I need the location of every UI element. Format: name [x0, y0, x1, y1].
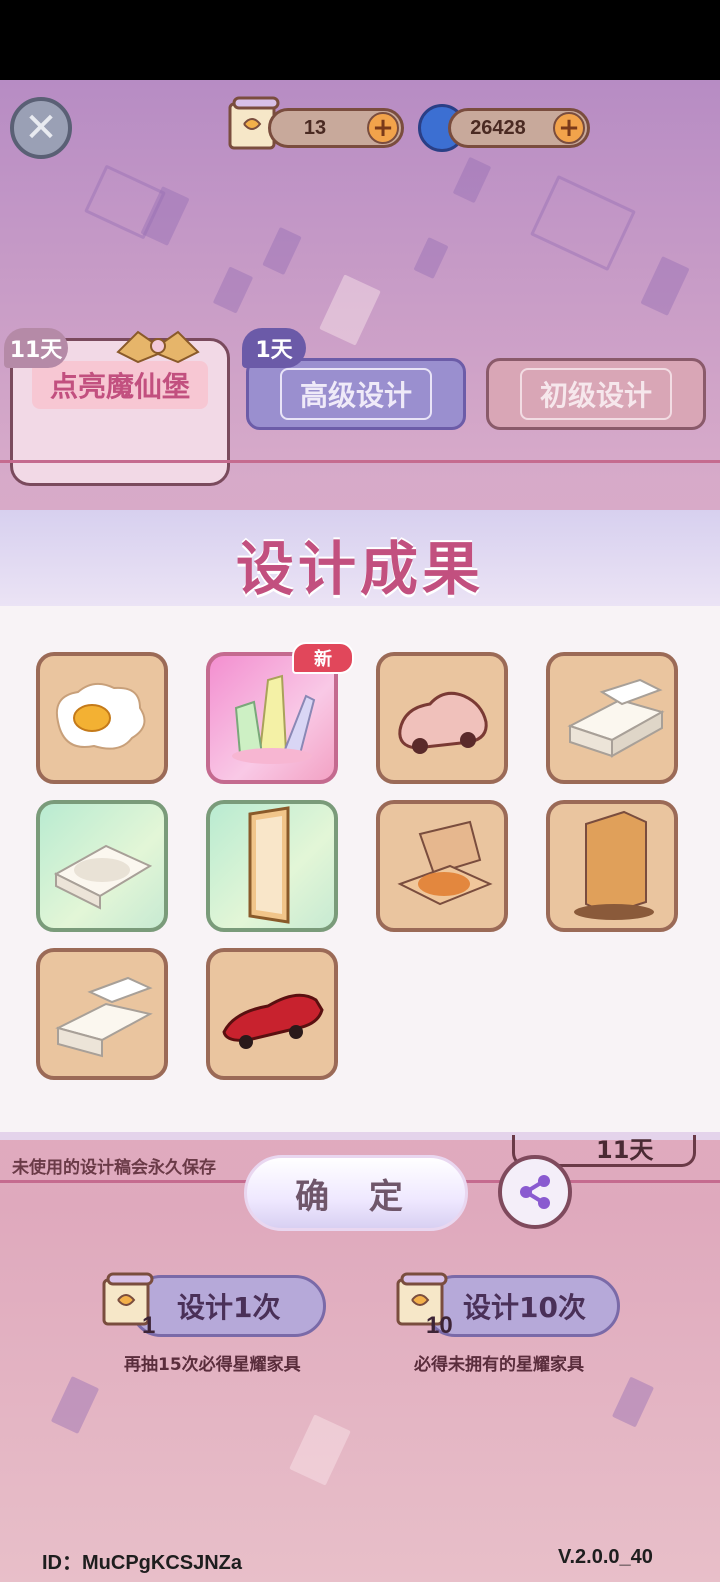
tab-advanced-design[interactable]: 高级设计 [246, 358, 466, 430]
confirm-button[interactable]: 确 定 [244, 1155, 468, 1231]
add-ticket-button[interactable]: + [367, 112, 399, 144]
mirror-door-icon [248, 806, 290, 924]
draw-once-cost: 1 [142, 1312, 156, 1339]
share-button[interactable] [498, 1155, 572, 1229]
red-sports-car-icon [222, 993, 324, 1049]
decor-shard [413, 237, 449, 279]
result-item-bathroom-sink[interactable] [546, 652, 678, 784]
player-id: ID：MuCPgKCSJNZa [42, 1552, 243, 1574]
unused-design-note: 未使用的设计稿会永久保存 [12, 1158, 216, 1178]
draw-once-button[interactable]: 设计1次 [130, 1275, 326, 1337]
bathroom-sink-icon [567, 678, 665, 758]
decor-shard [319, 274, 381, 346]
add-currency-button[interactable]: + [553, 112, 585, 144]
decor-shard [530, 174, 636, 272]
currency-count: 26428 [470, 116, 526, 139]
result-item-red-sports-car[interactable] [206, 948, 338, 1080]
tab-label: 高级设计 [279, 368, 432, 420]
draw-ten-cost: 10 [426, 1312, 453, 1339]
draw-ten-hint: 必得未拥有的星耀家具 [414, 1355, 584, 1375]
bathtub-icon [53, 844, 153, 910]
new-badge: 新 [292, 642, 354, 674]
draw-once-label: 设计1次 [177, 1291, 281, 1324]
version-label: V.2.0.0_40 [558, 1546, 653, 1568]
result-item-bathtub[interactable] [36, 800, 168, 932]
wooden-cabinet-icon [574, 810, 654, 920]
fried-egg-icon [56, 682, 146, 750]
decor-shard [289, 1414, 351, 1486]
timer-text: 11天 [596, 1136, 654, 1164]
draw-ten-button[interactable]: 设计10次 [424, 1275, 620, 1337]
ribbon-decoration-icon [116, 330, 200, 364]
pizza-box-icon [397, 820, 493, 906]
result-item-pizza-box[interactable] [376, 800, 508, 932]
decor-shard [452, 156, 492, 204]
currency-counter: 26428 + [448, 108, 590, 148]
decor-shard [212, 266, 254, 314]
panel-header: 设计成果 [0, 510, 720, 606]
result-item-counter-sink[interactable] [36, 948, 168, 1080]
design-ticket-counter: 13 + [268, 108, 404, 148]
draw-once-hint: 再抽15次必得星耀家具 [124, 1355, 301, 1375]
days-badge: 1天 [242, 328, 306, 368]
result-item-mirror-door[interactable] [206, 800, 338, 932]
result-item-fried-egg[interactable] [36, 652, 168, 784]
result-item-pink-car[interactable] [376, 652, 508, 784]
status-bar [0, 0, 720, 80]
tab-label: 初级设计 [519, 368, 672, 420]
counter-sink-icon [55, 976, 153, 1058]
close-icon: ✕ [24, 105, 58, 151]
tab-divider [0, 460, 720, 463]
design-ticket-count: 13 [303, 116, 327, 139]
decor-shard [50, 1376, 100, 1434]
decor-shard [262, 226, 302, 276]
days-badge: 11天 [4, 328, 68, 368]
close-button[interactable]: ✕ [10, 97, 72, 159]
pink-car-icon [398, 691, 488, 754]
decor-shard [640, 256, 690, 316]
crystal-cluster-icon [232, 674, 316, 764]
draw-ten-label: 设计10次 [463, 1291, 586, 1324]
panel-title: 设计成果 [235, 535, 484, 603]
decor-shard [611, 1376, 655, 1428]
share-icon [520, 1175, 550, 1209]
gacha-screen: ✕ 13 + 26428 + 点亮魔仙堡 11天 高级设计 1天 初级设计 设计… [0, 80, 720, 1582]
tab-basic-design[interactable]: 初级设计 [486, 358, 706, 430]
design-results-panel: 设计成果 新 [0, 510, 720, 1140]
result-item-wooden-cabinet[interactable] [546, 800, 678, 932]
